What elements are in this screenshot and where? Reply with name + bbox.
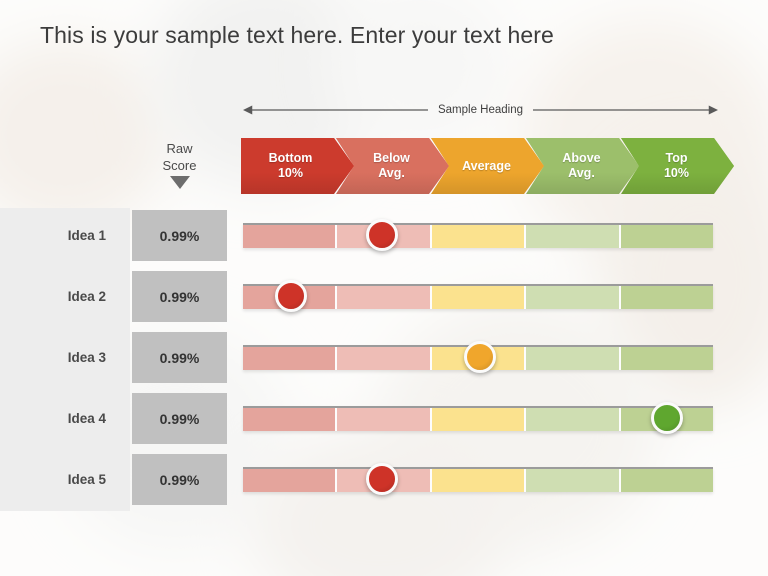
scale-chevron-label-line2: Avg. xyxy=(378,166,405,180)
scale-bar-4 xyxy=(243,406,714,431)
page-title: This is your sample text here. Enter you… xyxy=(40,22,554,48)
scale-bar-segment-3 xyxy=(431,225,527,248)
scale-bar-segment-1 xyxy=(243,225,338,248)
table-row: Idea 4 0.99% xyxy=(0,391,768,446)
scale-bar-2 xyxy=(243,284,714,309)
scale-chevron-label-line2: 10% xyxy=(277,166,304,180)
row-label-5: Idea 5 xyxy=(67,472,106,487)
scale-bar-segment-4 xyxy=(526,347,621,370)
scale-bar-segment-5 xyxy=(620,347,714,370)
scale-bar-segment-5 xyxy=(620,469,714,492)
row-label-4: Idea 4 xyxy=(67,411,106,426)
score-marker-1[interactable] xyxy=(366,219,398,251)
scale-chevron-label-line1: Average xyxy=(462,158,511,173)
scale-bar-segment-4 xyxy=(526,286,621,309)
row-raw-score-2: 0.99% xyxy=(132,271,227,322)
scale-chevron-label-line2: 10% xyxy=(663,166,690,180)
scale-bar-segment-3 xyxy=(431,408,527,431)
arrow-right-icon xyxy=(533,100,718,120)
raw-score-header-line1: Raw xyxy=(166,141,193,156)
score-marker-3[interactable] xyxy=(464,341,496,373)
scale-bar-segment-5 xyxy=(620,286,714,309)
row-label-2: Idea 2 xyxy=(67,289,106,304)
scale-chevron-label-line2: Avg. xyxy=(568,166,595,180)
scale-bar-5 xyxy=(243,467,714,492)
scale-chevron-1[interactable]: Bottom 10% xyxy=(241,138,354,194)
sample-heading-label: Sample Heading xyxy=(437,104,524,116)
score-marker-5[interactable] xyxy=(366,463,398,495)
sample-heading-band: Sample Heading xyxy=(243,100,718,120)
scale-bar-segment-5 xyxy=(620,225,714,248)
table-row: Idea 2 0.99% xyxy=(0,269,768,324)
row-raw-score-4: 0.99% xyxy=(132,393,227,444)
arrow-left-icon xyxy=(243,100,428,120)
scale-bar-segment-3 xyxy=(431,286,527,309)
raw-score-header: Raw Score xyxy=(132,140,227,190)
scale-bar-segment-1 xyxy=(243,408,338,431)
score-marker-2[interactable] xyxy=(275,280,307,312)
slide-canvas: This is your sample text here. Enter you… xyxy=(0,0,768,576)
scale-chevron-band: Bottom 10% Below Avg. Average Above Avg. Top 10% xyxy=(241,138,719,194)
scale-chevron-label-line1: Top xyxy=(665,151,688,166)
scale-bar-segment-2 xyxy=(337,286,432,309)
row-raw-score-5: 0.99% xyxy=(132,454,227,505)
scale-bar-segment-4 xyxy=(526,225,621,248)
row-raw-score-1: 0.99% xyxy=(132,210,227,261)
scale-bar-segment-2 xyxy=(337,347,432,370)
caret-down-icon xyxy=(169,176,190,190)
scale-bar-segment-4 xyxy=(526,408,621,431)
scale-bar-segment-1 xyxy=(243,347,338,370)
scale-chevron-label-line1: Above xyxy=(562,151,601,166)
score-marker-4[interactable] xyxy=(651,402,683,434)
row-label-1: Idea 1 xyxy=(67,228,106,243)
raw-score-header-line2: Score xyxy=(162,158,197,174)
scale-bar-1 xyxy=(243,223,714,248)
scale-bar-segment-1 xyxy=(243,469,338,492)
table-row: Idea 1 0.99% xyxy=(0,208,768,263)
table-row: Idea 3 0.99% xyxy=(0,330,768,385)
scale-bar-segment-2 xyxy=(337,408,432,431)
scale-chevron-label-line1: Below xyxy=(373,151,410,166)
table-row: Idea 5 0.99% xyxy=(0,452,768,507)
scale-bar-segment-3 xyxy=(431,469,527,492)
row-raw-score-3: 0.99% xyxy=(132,332,227,383)
row-label-3: Idea 3 xyxy=(67,350,106,365)
scale-chevron-label-line1: Bottom xyxy=(268,151,313,166)
scale-bar-segment-4 xyxy=(526,469,621,492)
